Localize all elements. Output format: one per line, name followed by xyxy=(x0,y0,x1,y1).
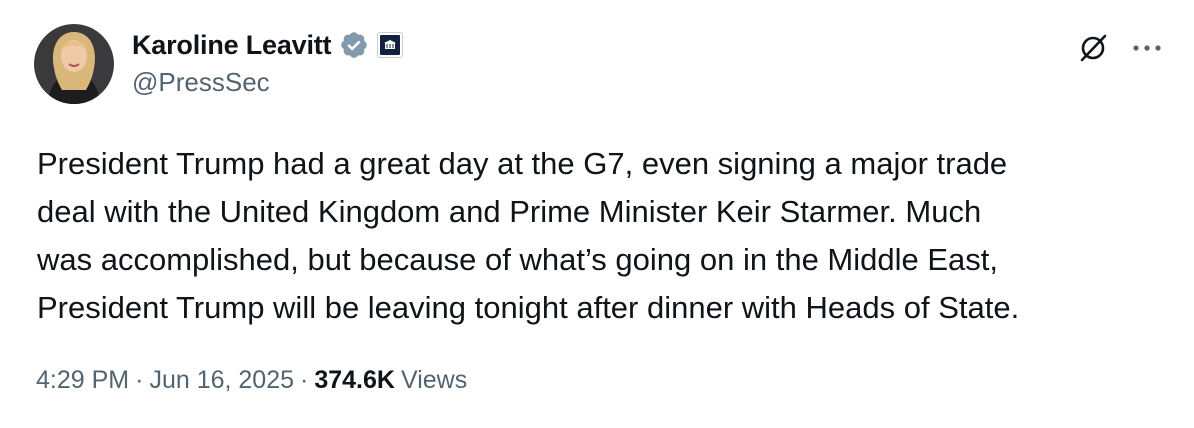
grok-icon[interactable] xyxy=(1073,28,1113,68)
author-handle[interactable]: @PressSec xyxy=(132,67,270,98)
meta-separator: · xyxy=(135,366,144,394)
author-display-name[interactable]: Karoline Leavitt xyxy=(132,30,332,61)
tweet-time[interactable]: 4:29 PM xyxy=(36,366,129,395)
more-options-icon[interactable] xyxy=(1127,28,1167,68)
tweet-date[interactable]: Jun 16, 2025 xyxy=(149,366,294,395)
tweet-meta: 4:29 PM · Jun 16, 2025 · 374.6K Views xyxy=(36,366,467,395)
meta-separator: · xyxy=(300,366,309,394)
avatar[interactable] xyxy=(34,24,114,104)
author-name-row: Karoline Leavitt xyxy=(132,25,404,65)
white-house-icon[interactable] xyxy=(377,32,404,58)
avatar-image xyxy=(34,24,114,104)
tweet-text: President Trump had a great day at the G… xyxy=(37,146,1020,325)
verified-badge-icon[interactable] xyxy=(339,30,369,60)
views-count[interactable]: 374.6K xyxy=(314,366,395,395)
tweet-card: Karoline Leavitt @PressSec President Tru… xyxy=(0,0,1194,428)
views-label: Views xyxy=(400,366,468,394)
